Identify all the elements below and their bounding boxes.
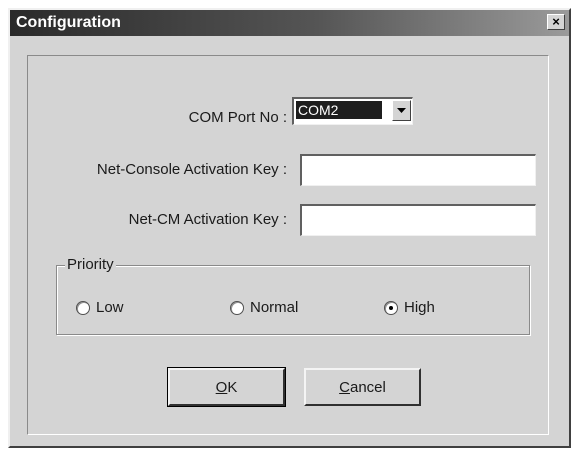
- cancel-mnemonic: C: [339, 378, 350, 396]
- radio-circle[interactable]: [76, 300, 90, 315]
- net-console-key-input[interactable]: [300, 154, 536, 186]
- net-cm-key-label: Net-CM Activation Key :: [128, 211, 287, 228]
- priority-low-radio[interactable]: Low: [76, 299, 124, 316]
- ok-mnemonic: O: [215, 378, 228, 396]
- radio-circle[interactable]: [230, 300, 244, 315]
- content-panel: [27, 55, 549, 435]
- ok-label-rest: K: [227, 378, 238, 396]
- title-bar[interactable]: Configuration ×: [10, 10, 569, 36]
- net-console-key-label: Net-Console Activation Key :: [96, 161, 287, 178]
- radio-circle[interactable]: [384, 300, 398, 315]
- com-port-value: COM2: [296, 101, 382, 119]
- cancel-button[interactable]: Cancel: [304, 368, 421, 406]
- cancel-label-rest: ancel: [349, 378, 386, 396]
- radio-selected-dot: [389, 305, 393, 310]
- com-port-dropdown-button[interactable]: [392, 100, 411, 121]
- priority-low-label: Low: [96, 299, 124, 316]
- priority-normal-label: Normal: [250, 299, 299, 316]
- priority-high-label: High: [404, 299, 435, 316]
- close-button[interactable]: ×: [547, 14, 565, 30]
- chevron-down-icon: [397, 108, 406, 113]
- priority-legend: Priority: [65, 256, 116, 273]
- net-cm-key-input[interactable]: [300, 204, 536, 236]
- window-title: Configuration: [16, 14, 121, 31]
- ok-button[interactable]: OK: [167, 367, 286, 407]
- com-port-label: COM Port No :: [188, 109, 287, 126]
- close-icon: ×: [552, 14, 560, 29]
- priority-high-radio[interactable]: High: [384, 299, 435, 316]
- com-port-select[interactable]: COM2: [292, 97, 413, 125]
- priority-normal-radio[interactable]: Normal: [230, 299, 298, 316]
